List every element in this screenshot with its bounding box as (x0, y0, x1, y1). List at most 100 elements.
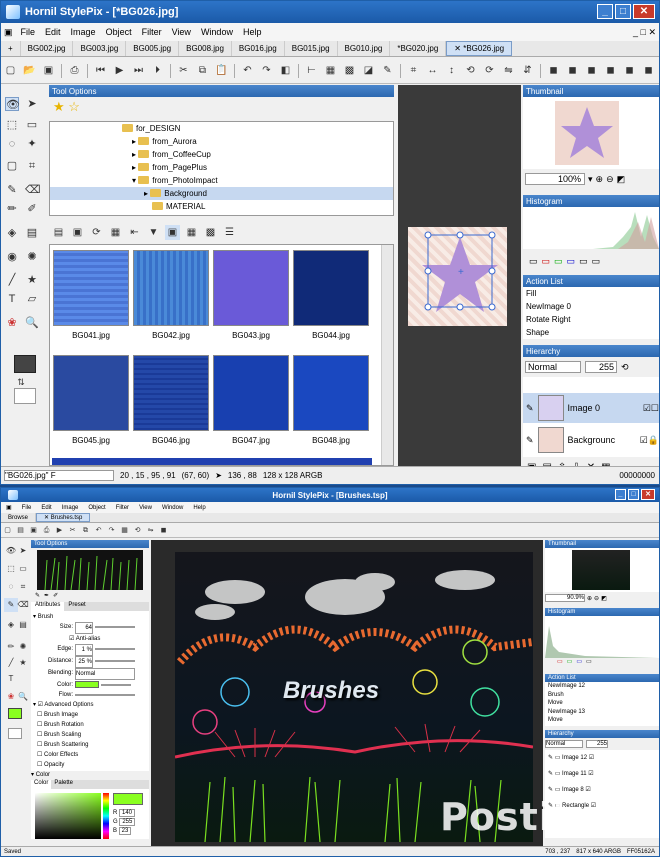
rotate-right-icon[interactable]: ⟳ (482, 63, 497, 78)
canvas-area[interactable]: + (398, 85, 521, 466)
print-icon[interactable]: ⎙ (42, 526, 51, 535)
tab-doc[interactable]: BG008.jpg (179, 41, 232, 56)
distance-slider[interactable] (95, 660, 135, 662)
canvas-image[interactable]: + (408, 227, 507, 326)
channel-blue-icon[interactable]: ▭ (576, 658, 582, 670)
tab-color[interactable]: Color (31, 780, 52, 789)
thumb-item[interactable]: BG047.jpg (212, 355, 290, 445)
ruler-icon[interactable]: ⊢ (304, 63, 319, 78)
background-color-swatch[interactable] (14, 388, 36, 404)
zoom-input[interactable]: 90.9% (545, 594, 585, 602)
align2-icon[interactable]: ◼ (565, 63, 580, 78)
folder-up-icon[interactable]: ▤ (51, 225, 66, 240)
zoom-dropdown-icon[interactable]: ▾ (588, 174, 593, 185)
channel-red-icon[interactable]: ▭ (557, 658, 563, 670)
thumb-item[interactable]: BG042.jpg (132, 250, 210, 340)
thumbnail-preview[interactable] (545, 548, 659, 592)
zoom-out-icon[interactable]: ⊖ (594, 595, 599, 602)
cut-icon[interactable]: ✂ (68, 526, 77, 535)
text-tool-icon[interactable]: T (5, 292, 19, 306)
foreground-color-swatch[interactable] (8, 708, 22, 719)
action-item[interactable]: Fill (523, 287, 659, 300)
adv-item[interactable]: ☐ Brush Image (33, 710, 147, 720)
text-tool-icon[interactable]: T (4, 672, 18, 686)
new-icon[interactable]: ▢ (3, 63, 18, 78)
marquee-icon[interactable]: ▢ (5, 159, 19, 173)
flip-v-icon[interactable]: ⇵ (520, 63, 535, 78)
folder-new-icon[interactable]: ▣ (70, 225, 85, 240)
blend-mode-select[interactable]: Normal (525, 361, 581, 373)
action-item[interactable]: NewImage 12 (548, 682, 659, 691)
pencil-icon[interactable]: ✏ (5, 202, 19, 216)
menu-filter[interactable]: Filter (111, 505, 134, 511)
brush-color-swatch[interactable] (75, 681, 99, 688)
channel-red-icon[interactable]: ▭ (542, 256, 551, 267)
blue-input[interactable]: 23 (118, 827, 132, 835)
grid-icon[interactable]: ▦ (120, 526, 129, 535)
line-icon[interactable]: ╱ (5, 273, 19, 287)
rotate-icon[interactable]: ⟲ (133, 526, 142, 535)
channel-alpha-icon[interactable]: ▭ (579, 256, 588, 267)
section-color[interactable]: ▾ Color (31, 771, 149, 780)
menu-file[interactable]: File (17, 505, 37, 511)
channel-lum-icon[interactable]: ▭ (592, 256, 601, 267)
shape-icon[interactable]: ★ (25, 273, 39, 287)
zoom-tool-icon[interactable]: 🔍 (16, 690, 30, 704)
crop-tool-icon[interactable]: ⌗ (25, 159, 39, 173)
undo-icon[interactable]: ↶ (240, 63, 255, 78)
channel-green-icon[interactable]: ▭ (567, 658, 573, 670)
blend-mode-select[interactable]: Normal (545, 740, 583, 748)
menu-filter[interactable]: Filter (137, 27, 167, 37)
size-slider[interactable] (95, 626, 135, 628)
thumb-item[interactable]: BG046.jpg (132, 355, 210, 445)
swap-colors-icon[interactable]: ⇅ (14, 375, 28, 389)
menu-file[interactable]: File (16, 27, 41, 37)
flip-h-icon[interactable]: ⇋ (501, 63, 516, 78)
pointer-tool-icon[interactable]: ➤ (25, 97, 39, 111)
new-tab-button[interactable]: + (1, 41, 21, 56)
minimize-button[interactable]: _ (615, 489, 626, 500)
minimize-button[interactable]: _ (597, 4, 613, 19)
thumb-item[interactable]: BG044.jpg (292, 250, 370, 340)
view-list-icon[interactable]: ☰ (222, 225, 237, 240)
flow-slider[interactable] (75, 694, 135, 696)
tab-doc[interactable]: BG003.jpg (73, 41, 127, 56)
print-icon[interactable]: ⎙ (67, 63, 82, 78)
clone-icon[interactable]: ✐ (25, 202, 39, 216)
sort-icon[interactable]: ⇤ (127, 225, 142, 240)
open-icon[interactable]: 📂 (22, 63, 37, 78)
channel-all-icon[interactable]: ▭ (529, 256, 538, 267)
menu-view[interactable]: View (134, 505, 157, 511)
thumb-item[interactable]: BG041.jpg (52, 250, 130, 340)
align-icon[interactable]: ◼ (159, 526, 168, 535)
view-medium-icon[interactable]: ▦ (184, 225, 199, 240)
view-large-icon[interactable]: ▣ (165, 224, 180, 240)
edge-input[interactable]: 1 % (75, 644, 93, 656)
action-item[interactable]: Move (548, 716, 659, 725)
opacity-input[interactable]: 255 (585, 361, 617, 373)
edge-slider[interactable] (95, 648, 135, 650)
menu-object[interactable]: Object (83, 505, 110, 511)
tab-browse[interactable]: Browse (1, 513, 37, 522)
align5-icon[interactable]: ◼ (622, 63, 637, 78)
thumb-scrollbar[interactable] (381, 245, 393, 465)
effect-icon[interactable]: ✺ (16, 640, 30, 654)
action-item[interactable]: NewImage 0 (523, 300, 659, 313)
adv-item[interactable]: ☐ Brush Rotation (33, 720, 147, 730)
redo-icon[interactable]: ↷ (107, 526, 116, 535)
folder-tool-icon[interactable]: ▱ (25, 292, 39, 306)
eraser-icon[interactable]: ⌫ (25, 183, 41, 197)
zoom-tool-icon[interactable]: 🔍 (25, 316, 39, 330)
copy-icon[interactable]: ⧉ (81, 526, 90, 535)
menu-help[interactable]: Help (238, 27, 267, 37)
play-icon[interactable]: ▶ (112, 63, 127, 78)
align3-icon[interactable]: ◼ (584, 63, 599, 78)
foreground-color-swatch[interactable] (14, 355, 36, 373)
tree-item[interactable]: ▸ from_Aurora (50, 135, 393, 148)
star-shape[interactable]: + (408, 227, 507, 326)
select-tool-icon[interactable]: ⬚ (5, 118, 19, 132)
reset-icon[interactable]: ⟲ (621, 362, 629, 373)
channel-alpha-icon[interactable]: ▭ (586, 658, 592, 670)
adv-item[interactable]: ☐ Brush Scattering (33, 740, 147, 750)
menu-image[interactable]: Image (66, 27, 101, 37)
